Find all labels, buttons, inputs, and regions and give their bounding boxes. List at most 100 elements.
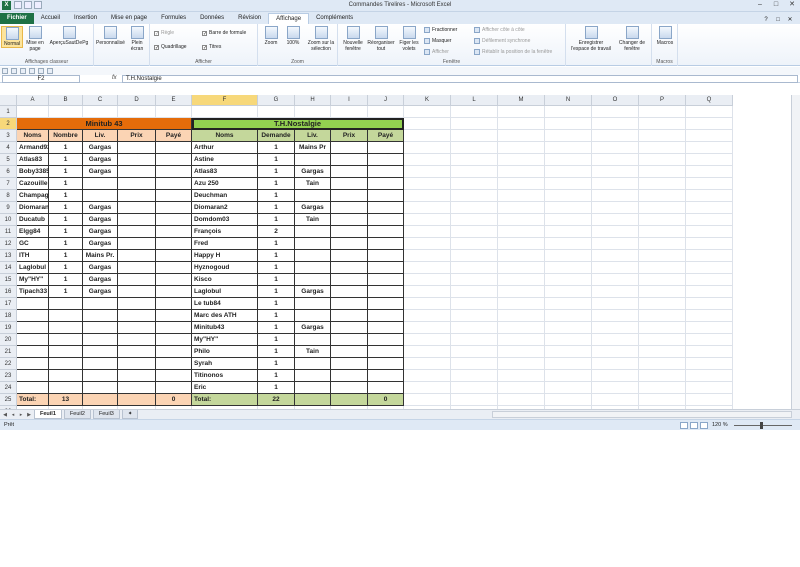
table1-total-cell[interactable]: Total: <box>17 394 49 406</box>
table2-cell[interactable] <box>331 190 368 202</box>
grid-cell[interactable] <box>498 286 545 298</box>
grid-cell[interactable] <box>498 178 545 190</box>
table1-total-cell[interactable]: 13 <box>49 394 83 406</box>
table2-cell[interactable]: Kisco <box>192 274 258 286</box>
table2-cell[interactable]: Gargas <box>295 202 331 214</box>
table2-cell[interactable] <box>368 226 404 238</box>
column-header[interactable]: L <box>451 95 498 106</box>
table1-cell[interactable] <box>17 382 49 394</box>
table1-cell[interactable] <box>17 334 49 346</box>
table2-cell[interactable] <box>331 334 368 346</box>
grid-cell[interactable] <box>451 178 498 190</box>
table1-cell[interactable]: My"HY" <box>17 274 49 286</box>
table2-cell[interactable] <box>368 190 404 202</box>
table1-cell[interactable] <box>49 322 83 334</box>
grid-cell[interactable] <box>686 358 733 370</box>
grid-cell[interactable] <box>639 118 686 130</box>
table2-column-header[interactable]: Demande <box>258 130 295 142</box>
table2-cell[interactable]: 1 <box>258 382 295 394</box>
grid-cell[interactable] <box>686 214 733 226</box>
grid-cell[interactable] <box>592 142 639 154</box>
grid-cell[interactable] <box>451 322 498 334</box>
table1-cell[interactable] <box>118 250 156 262</box>
row-header[interactable]: 25 <box>0 394 17 406</box>
grid-cell[interactable] <box>639 358 686 370</box>
table1-cell[interactable]: Champagne5168 <box>17 190 71 202</box>
grid-cell[interactable] <box>404 394 451 406</box>
grid-cell[interactable] <box>639 346 686 358</box>
table1-cell[interactable] <box>118 286 156 298</box>
grid-cell[interactable] <box>592 382 639 394</box>
table2-cell[interactable]: Le tub84 <box>192 298 258 310</box>
table1-cell[interactable] <box>156 274 192 286</box>
grid-cell[interactable] <box>686 394 733 406</box>
grid-cell[interactable] <box>404 166 451 178</box>
table2-cell[interactable]: Deuchman <box>192 190 258 202</box>
table1-cell[interactable] <box>118 274 156 286</box>
close-icon[interactable]: ✕ <box>786 0 798 10</box>
page-break-button[interactable]: AperçuSautDePg <box>48 26 90 46</box>
table2-cell[interactable] <box>331 286 368 298</box>
table1-cell[interactable]: Atlas83 <box>17 154 49 166</box>
page-layout-button[interactable]: Mise en page <box>24 26 46 52</box>
grid-cell[interactable] <box>451 262 498 274</box>
grid-cell[interactable] <box>451 190 498 202</box>
grid-cell[interactable] <box>498 322 545 334</box>
sheet-tab-feuil3[interactable]: Feuil3 <box>92 410 120 419</box>
table2-cell[interactable]: Diomaran2 <box>192 202 258 214</box>
table1-cell[interactable] <box>49 370 83 382</box>
table2-cell[interactable]: Minitub43 <box>192 322 258 334</box>
zoom-slider-thumb[interactable] <box>760 422 763 429</box>
table1-cell[interactable] <box>156 310 192 322</box>
grid-cell[interactable] <box>592 238 639 250</box>
fx-icon[interactable]: fx <box>112 75 117 81</box>
table1-cell[interactable] <box>156 322 192 334</box>
zoom-selection-button[interactable]: Zoom sur la sélection <box>306 26 336 52</box>
tab-insertion[interactable]: Insertion <box>67 13 104 24</box>
table1-cell[interactable]: Gargas <box>83 262 118 274</box>
grid-cell[interactable] <box>451 214 498 226</box>
table1-cell[interactable] <box>83 298 118 310</box>
table1-cell[interactable] <box>118 226 156 238</box>
table2-cell[interactable] <box>331 274 368 286</box>
column-header[interactable]: O <box>592 95 639 106</box>
grid-cell[interactable] <box>451 310 498 322</box>
table2-cell[interactable]: Titinonos <box>192 370 258 382</box>
grid-cell[interactable] <box>404 130 451 142</box>
row-header[interactable]: 11 <box>0 226 17 238</box>
table1-cell[interactable] <box>118 322 156 334</box>
grid-cell[interactable] <box>545 358 592 370</box>
tab-accueil[interactable]: Accueil <box>34 13 67 24</box>
grid-cell[interactable] <box>639 322 686 334</box>
table1-cell[interactable] <box>156 286 192 298</box>
table1-cell[interactable]: 1 <box>49 202 83 214</box>
table2-cell[interactable] <box>368 322 404 334</box>
grid-cell[interactable] <box>404 202 451 214</box>
grid-cell[interactable] <box>686 334 733 346</box>
grid-cell[interactable] <box>592 202 639 214</box>
table2-cell[interactable]: François <box>192 226 258 238</box>
grid-cell[interactable] <box>592 286 639 298</box>
table2-cell[interactable]: 1 <box>258 154 295 166</box>
table1-total-cell[interactable] <box>118 394 156 406</box>
tab-revision[interactable]: Révision <box>231 13 268 24</box>
table2-cell[interactable]: Syrah <box>192 358 258 370</box>
grid-cell[interactable] <box>639 166 686 178</box>
grid-cell[interactable] <box>545 310 592 322</box>
grid-cell[interactable] <box>49 106 83 118</box>
grid-cell[interactable] <box>498 394 545 406</box>
row-header[interactable]: 13 <box>0 250 17 262</box>
close-workbook-icon[interactable]: ✕ <box>786 16 794 24</box>
grid-cell[interactable] <box>451 298 498 310</box>
grid-cell[interactable] <box>592 394 639 406</box>
table2-cell[interactable]: Tain <box>295 346 331 358</box>
table1-cell[interactable] <box>17 310 49 322</box>
table2-cell[interactable]: 1 <box>258 346 295 358</box>
table2-cell[interactable]: Eric <box>192 382 258 394</box>
table1-column-header[interactable]: Prix <box>118 130 156 142</box>
reset-position-button[interactable]: Rétablir la position de la fenêtre <box>474 49 552 55</box>
table1-column-header[interactable]: Noms <box>17 130 49 142</box>
grid-cell[interactable] <box>592 178 639 190</box>
grid-cell[interactable] <box>368 106 404 118</box>
grid-cell[interactable] <box>404 154 451 166</box>
